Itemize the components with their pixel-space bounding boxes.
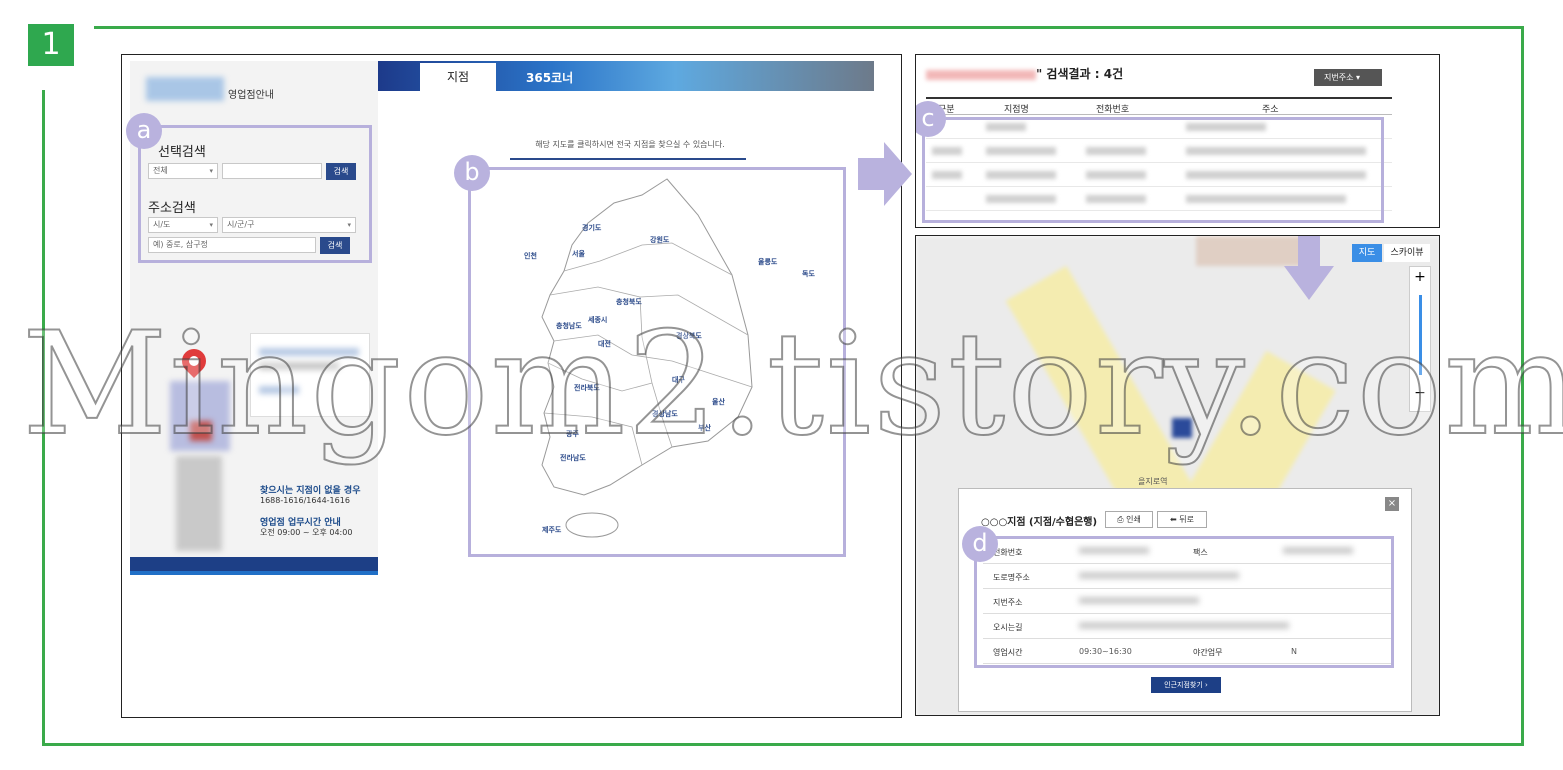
map-view-button[interactable]: 지도 xyxy=(1352,244,1382,262)
marker-a: a xyxy=(126,113,162,149)
help-phones: 1688-1616/1644-1616 xyxy=(260,496,350,505)
back-arrow-icon: ⬅ xyxy=(1170,515,1177,524)
close-icon[interactable]: × xyxy=(1385,497,1399,511)
marker-b: b xyxy=(454,155,490,191)
arrow-down-icon xyxy=(1284,236,1334,300)
marker-d: d xyxy=(962,526,998,562)
sidebar-footer xyxy=(130,557,378,575)
map-hint-underline xyxy=(510,158,746,160)
map-detail-panel: 지도 스카이뷰 + − 을지로역 × ○○○지점 (지점/수협은행) ⎙ 인쇄 … xyxy=(915,235,1440,716)
header-branch: 지점명 xyxy=(1004,105,1029,115)
results-header: 구분 지점명 전화번호 주소 xyxy=(926,97,1392,115)
location-pin-icon xyxy=(177,344,211,378)
printer-icon: ⎙ xyxy=(1117,515,1124,524)
popup-title: ○○○지점 (지점/수협은행) xyxy=(981,517,1098,528)
print-button[interactable]: ⎙ 인쇄 xyxy=(1105,511,1153,528)
map-hint: 해당 지도를 클릭하시면 전국 지점을 찾으실 수 있습니다. xyxy=(535,140,725,149)
search-results-panel: " 검색결과 : 4건 지번주소 ▾ 구분 지점명 전화번호 주소 c xyxy=(915,54,1440,228)
chevron-down-icon: ▾ xyxy=(1356,73,1361,82)
logo xyxy=(146,77,224,101)
highlight-d xyxy=(974,536,1394,668)
info-card xyxy=(250,333,370,417)
mascot-body xyxy=(176,456,222,551)
nearby-branch-button[interactable]: 인근지점찾기 › xyxy=(1151,677,1221,693)
hours-text: 오전 09:00 ~ 오후 04:00 xyxy=(260,528,353,537)
station-label: 을지로역 xyxy=(1138,477,1168,486)
tab-bar: 지점 365코너 xyxy=(378,61,874,91)
tab-branch[interactable]: 지점 xyxy=(420,63,496,91)
highlight-b xyxy=(468,167,846,557)
highlight-a xyxy=(138,125,372,263)
step-badge: 1 xyxy=(28,24,74,66)
arrow-right-icon xyxy=(858,142,912,206)
zoom-out-button[interactable]: − xyxy=(1410,385,1430,401)
zoom-in-button[interactable]: + xyxy=(1410,269,1430,285)
back-button[interactable]: ⬅ 뒤로 xyxy=(1157,511,1207,528)
help-title: 찾으시는 지점이 없을 경우 xyxy=(260,486,361,496)
zoom-slider[interactable] xyxy=(1419,295,1422,375)
results-title: " 검색결과 : 4건 xyxy=(926,65,1123,82)
sort-select[interactable]: 지번주소 ▾ xyxy=(1314,69,1382,86)
header-address: 주소 xyxy=(1262,105,1279,115)
logo-text: 영업점안내 xyxy=(228,90,274,101)
skyview-button[interactable]: 스카이뷰 xyxy=(1384,244,1430,262)
branch-search-panel: 영업점안내 선택검색 전체 ▾ 검색 주소검색 시/도 ▾ 시/군/구 ▾ 예) 중로… xyxy=(121,54,902,718)
header-phone: 전화번호 xyxy=(1096,105,1130,115)
mascot-detail xyxy=(190,421,212,441)
highlight-c xyxy=(922,117,1384,223)
tab-365-corner[interactable]: 365코너 xyxy=(526,69,573,86)
zoom-control[interactable]: + − xyxy=(1409,266,1431,412)
